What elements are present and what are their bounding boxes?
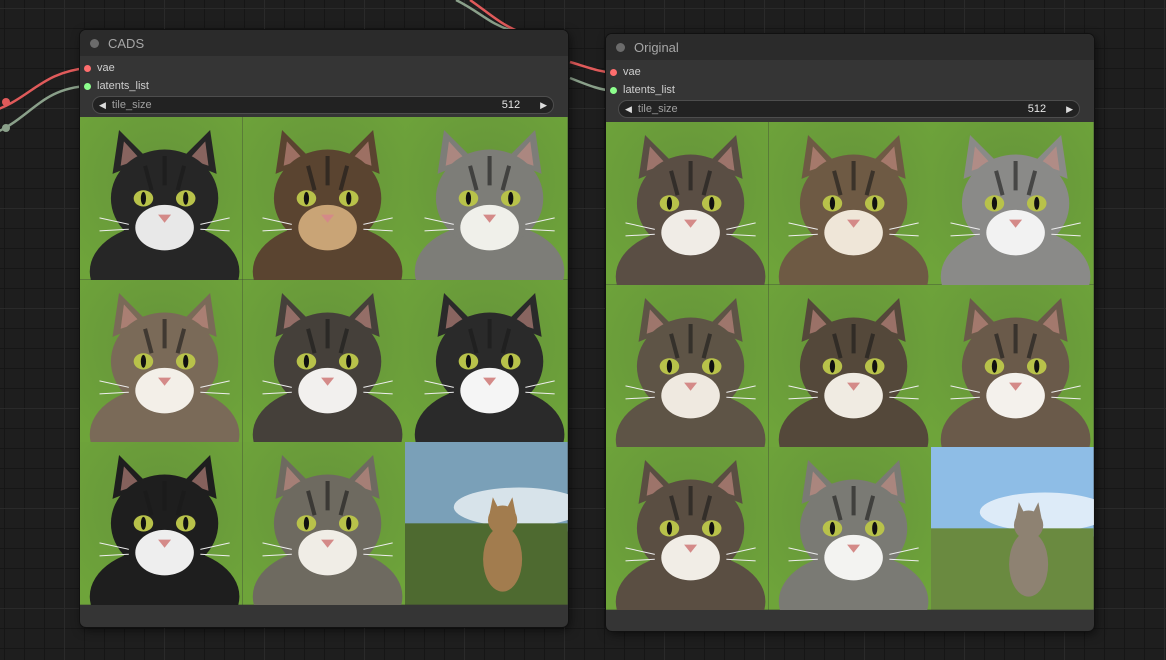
widget-value[interactable]: 512 <box>1028 103 1046 115</box>
node-title-bar[interactable]: CADS <box>80 30 568 56</box>
cat-image <box>405 279 568 443</box>
image-preview-grid <box>606 122 1094 610</box>
input-dot-icon[interactable] <box>84 64 91 72</box>
cat-image <box>405 117 568 280</box>
cat-image <box>606 122 769 285</box>
image-preview-black-white-cat[interactable] <box>80 117 243 280</box>
input-label: latents_list <box>623 84 675 96</box>
input-dot-icon[interactable] <box>84 82 91 90</box>
image-preview-cat-in-field[interactable] <box>931 447 1094 610</box>
collapse-dot-icon[interactable] <box>90 38 99 48</box>
image-preview-gray-tabby-cat[interactable] <box>405 117 568 280</box>
node-title: CADS <box>108 35 145 51</box>
decrement-arrow-icon[interactable]: ◀ <box>619 104 638 115</box>
link-vae-original-upper <box>455 0 511 32</box>
cat-image <box>242 279 406 443</box>
image-preview-black-white-cat[interactable] <box>405 279 568 443</box>
node-cads[interactable]: CADS vae latents_list ◀ tile_size 512 ▶ <box>80 30 568 627</box>
cat-image <box>80 442 243 605</box>
image-preview-tabby-cat-closeup[interactable] <box>768 284 932 448</box>
increment-arrow-icon[interactable]: ▶ <box>1060 104 1079 115</box>
link-vae-cads <box>0 66 89 110</box>
cat-image <box>768 284 932 448</box>
input-slot-latents-list[interactable]: latents_list <box>84 78 149 94</box>
image-preview-tabby-white-cat[interactable] <box>242 279 406 443</box>
image-preview-tabby-white-cat[interactable] <box>606 122 769 285</box>
widget-label: tile_size <box>111 99 152 111</box>
image-preview-tabby-cat-closeup[interactable] <box>606 284 769 448</box>
widget-value[interactable]: 512 <box>502 99 520 111</box>
image-preview-cat-on-grass[interactable] <box>405 442 568 605</box>
reroute-dot-latents <box>2 124 10 132</box>
input-slot-vae[interactable]: vae <box>610 64 641 80</box>
cat-image <box>931 284 1094 448</box>
input-dot-icon[interactable] <box>610 68 617 76</box>
input-slot-vae[interactable]: vae <box>84 60 115 76</box>
image-preview-tabby-cat-closeup[interactable] <box>768 122 932 285</box>
cat-image <box>606 447 769 610</box>
cat-image <box>931 447 1094 610</box>
image-preview-grid <box>80 117 568 605</box>
node-title-bar[interactable]: Original <box>606 34 1094 60</box>
reroute-dot-vae <box>2 98 10 106</box>
tile-size-widget[interactable]: ◀ tile_size 512 ▶ <box>92 96 554 114</box>
cat-image <box>768 447 932 610</box>
cat-image <box>931 122 1094 285</box>
link-latents-original-upper <box>469 0 521 34</box>
input-label: latents_list <box>97 80 149 92</box>
image-preview-tabby-cat[interactable] <box>768 447 932 610</box>
image-preview-gray-cat[interactable] <box>931 122 1094 285</box>
input-label: vae <box>97 62 115 74</box>
image-preview-tabby-cat-window[interactable] <box>242 442 406 605</box>
collapse-dot-icon[interactable] <box>616 42 625 52</box>
image-preview-tabby-cat[interactable] <box>80 279 243 443</box>
cat-image <box>405 442 568 605</box>
decrement-arrow-icon[interactable]: ◀ <box>93 100 112 111</box>
input-label: vae <box>623 66 641 78</box>
input-dot-icon[interactable] <box>610 86 617 94</box>
node-title: Original <box>634 39 679 55</box>
increment-arrow-icon[interactable]: ▶ <box>534 100 553 111</box>
cat-image <box>80 117 243 280</box>
widget-label: tile_size <box>637 103 678 115</box>
image-preview-tabby-cat-closeup[interactable] <box>606 447 769 610</box>
input-slot-latents-list[interactable]: latents_list <box>610 82 675 98</box>
cat-image <box>80 279 243 443</box>
cat-image <box>242 442 406 605</box>
cat-image <box>242 117 406 280</box>
link-latents-cads <box>0 84 89 133</box>
image-preview-tabby-cat[interactable] <box>931 284 1094 448</box>
tile-size-widget[interactable]: ◀ tile_size 512 ▶ <box>618 100 1080 118</box>
cat-image <box>768 122 932 285</box>
image-preview-black-cat[interactable] <box>80 442 243 605</box>
image-preview-tabby-cat-closeup[interactable] <box>242 117 406 280</box>
node-original[interactable]: Original vae latents_list ◀ tile_size 51… <box>606 34 1094 631</box>
cat-image <box>606 284 769 448</box>
